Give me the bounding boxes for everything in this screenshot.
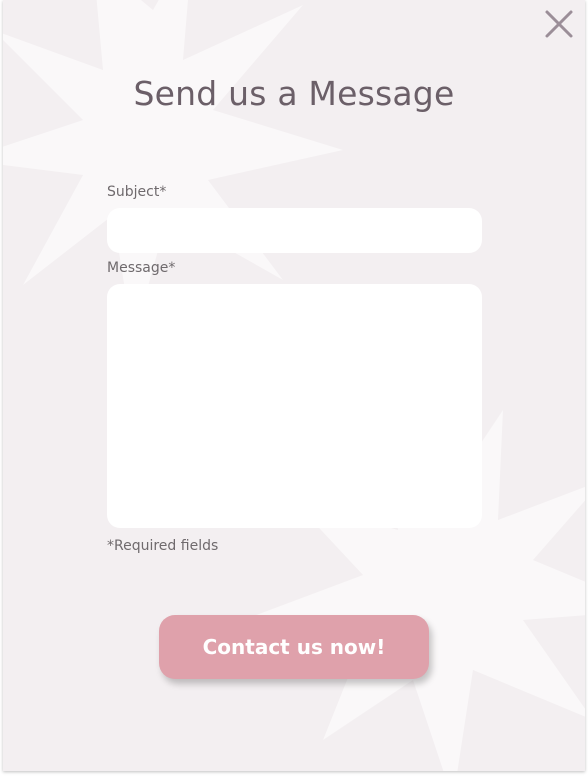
- close-icon[interactable]: [543, 8, 575, 40]
- contact-submit-button[interactable]: Contact us now!: [159, 615, 429, 679]
- subject-label: Subject*: [107, 184, 167, 200]
- message-label: Message*: [107, 260, 176, 276]
- required-fields-note: *Required fields: [107, 538, 219, 554]
- contact-dialog: Send us a Message Subject* Message* *Req…: [3, 0, 585, 771]
- dialog-title: Send us a Message: [133, 74, 455, 113]
- message-textarea[interactable]: [107, 284, 482, 528]
- subject-input[interactable]: [107, 208, 482, 253]
